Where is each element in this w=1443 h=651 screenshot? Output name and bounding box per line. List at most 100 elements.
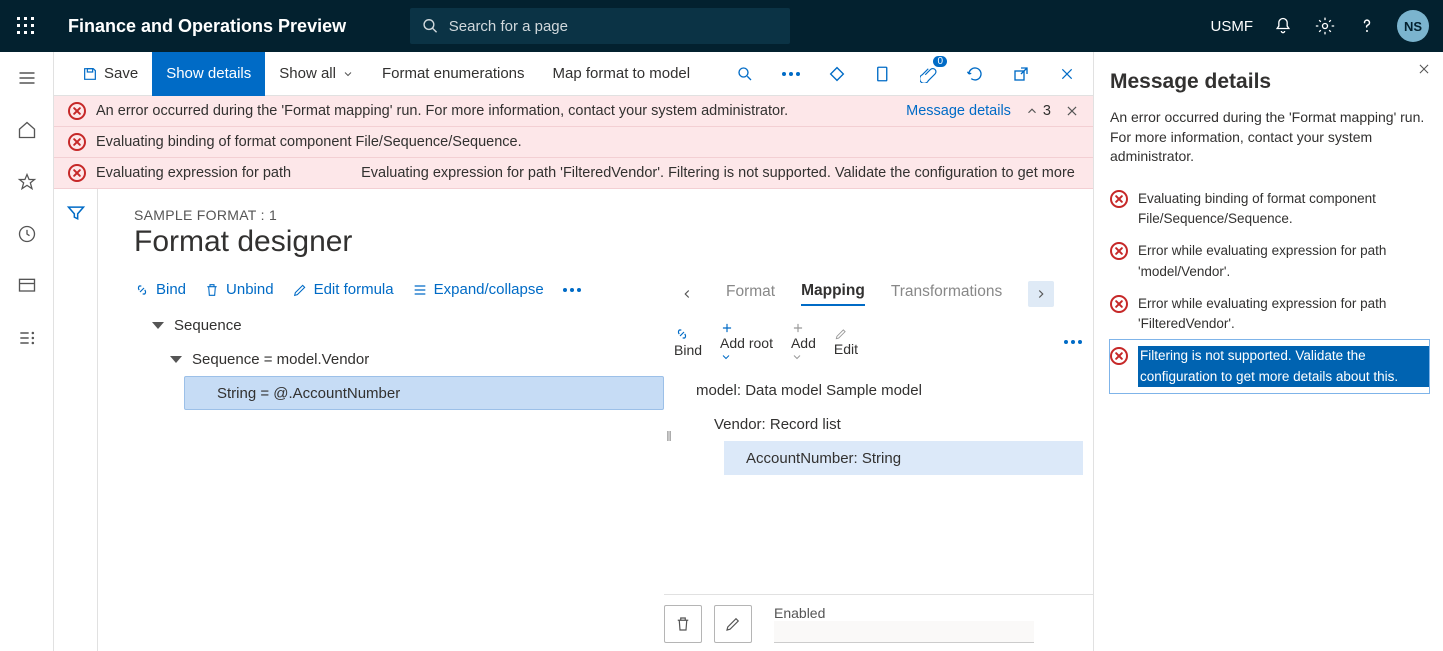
link-icon — [674, 326, 690, 342]
error-icon — [1110, 295, 1128, 313]
chevron-right-icon — [1034, 287, 1048, 301]
caret-icon — [170, 356, 182, 363]
close-page-button[interactable] — [1051, 58, 1083, 90]
tree-node-label: model: Data model Sample model — [696, 382, 922, 399]
panel-close-button[interactable] — [1417, 62, 1431, 76]
add-button[interactable]: Add — [791, 321, 816, 363]
map-format-button[interactable]: Map format to model — [539, 52, 705, 96]
message-close-button[interactable] — [1065, 104, 1079, 118]
user-avatar[interactable]: NS — [1397, 10, 1429, 42]
tree-node-focus[interactable]: AccountNumber: String — [746, 441, 901, 475]
tree-node-label: AccountNumber: String — [746, 450, 901, 467]
bind-button[interactable]: Bind — [134, 281, 186, 298]
nav-modules[interactable] — [15, 326, 39, 350]
bind-label: Bind — [156, 281, 186, 298]
waffle-launcher[interactable] — [0, 0, 52, 52]
attachment-count-badge: 0 — [933, 56, 947, 67]
panel-error-item-selected[interactable]: Filtering is not supported. Validate the… — [1110, 340, 1429, 393]
attachments-button[interactable]: 0 — [913, 58, 945, 90]
ellipsis-icon — [562, 287, 582, 293]
right-bind-button[interactable]: Bind — [674, 326, 702, 358]
search-icon — [736, 65, 754, 83]
right-more-button[interactable] — [1063, 339, 1083, 345]
delete-button[interactable] — [664, 605, 702, 643]
save-button[interactable]: Save — [68, 52, 152, 96]
global-search[interactable] — [410, 8, 790, 44]
pane-splitter[interactable]: ‖ — [664, 277, 674, 594]
tree-node[interactable]: model: Data model Sample model — [688, 373, 1083, 407]
tab-format[interactable]: Format — [726, 283, 775, 305]
hamburger-icon — [17, 68, 37, 88]
chevron-left-icon — [680, 287, 694, 301]
refresh-button[interactable] — [959, 58, 991, 90]
filter-button[interactable] — [66, 203, 86, 651]
right-edit-button[interactable]: Edit — [834, 327, 858, 357]
help-icon — [1357, 16, 1377, 36]
chevron-down-icon — [720, 351, 732, 363]
tree-node-label: Sequence = model.Vendor — [192, 351, 369, 368]
nav-recent[interactable] — [15, 222, 39, 246]
search-input[interactable] — [449, 18, 778, 35]
tab-next-button[interactable] — [1028, 281, 1054, 307]
show-details-button[interactable]: Show details — [152, 52, 265, 96]
tab-mapping[interactable]: Mapping — [801, 282, 865, 306]
nav-workspaces[interactable] — [15, 274, 39, 298]
enabled-field[interactable] — [774, 621, 1034, 643]
options-diamond-button[interactable] — [821, 58, 853, 90]
more-button[interactable] — [775, 58, 807, 90]
format-enumerations-button[interactable]: Format enumerations — [368, 52, 539, 96]
add-root-button[interactable]: Add root — [720, 321, 773, 363]
popout-icon — [1012, 65, 1030, 83]
panel-error-item[interactable]: Error while evaluating expression for pa… — [1110, 288, 1429, 341]
popout-button[interactable] — [1005, 58, 1037, 90]
plus-icon — [791, 321, 805, 335]
settings-button[interactable] — [1313, 14, 1337, 38]
workspace-icon — [17, 276, 37, 296]
message-row: Evaluating binding of format component F… — [54, 127, 1093, 158]
add-label: Add — [791, 335, 816, 351]
help-button[interactable] — [1355, 14, 1379, 38]
pencil-icon — [724, 615, 742, 633]
panel-error-item[interactable]: Error while evaluating expression for pa… — [1110, 235, 1429, 288]
edit-button[interactable] — [714, 605, 752, 643]
panel-subtitle: An error occurred during the 'Format map… — [1110, 108, 1429, 167]
tree-node[interactable]: Sequence — [148, 308, 664, 342]
tree-node-selected[interactable]: String = @.AccountNumber — [184, 376, 664, 410]
expand-collapse-button[interactable]: Expand/collapse — [412, 281, 544, 298]
notifications-button[interactable] — [1271, 14, 1295, 38]
panel-error-item[interactable]: Evaluating binding of format component F… — [1110, 183, 1429, 236]
waffle-icon — [17, 17, 35, 35]
company-code[interactable]: USMF — [1211, 18, 1254, 35]
tab-prev-button[interactable] — [674, 281, 700, 307]
unbind-button[interactable]: Unbind — [204, 281, 274, 298]
message-details-link[interactable]: Message details — [906, 103, 1011, 119]
nav-favorites[interactable] — [15, 170, 39, 194]
find-button[interactable] — [729, 58, 761, 90]
edit-formula-button[interactable]: Edit formula — [292, 281, 394, 298]
tree-node[interactable]: Sequence = model.Vendor — [166, 342, 664, 376]
breadcrumb: SAMPLE FORMAT : 1 — [134, 207, 1093, 223]
message-row: Evaluating expression for path Evaluatin… — [54, 158, 1093, 188]
show-all-button[interactable]: Show all — [265, 52, 368, 96]
link-icon — [134, 282, 150, 298]
tree-node[interactable]: Vendor: Record list — [706, 407, 1083, 441]
page-options-button[interactable] — [867, 58, 899, 90]
ellipsis-icon — [1063, 339, 1083, 345]
nav-home[interactable] — [15, 118, 39, 142]
left-more-button[interactable] — [562, 287, 582, 293]
error-icon — [68, 102, 86, 120]
nav-rail — [0, 52, 54, 651]
list-icon — [412, 282, 428, 298]
message-text: Evaluating binding of format component F… — [96, 134, 1079, 150]
message-row: An error occurred during the 'Format map… — [54, 96, 1093, 127]
nav-hamburger[interactable] — [15, 66, 39, 90]
tree-node-selected-row[interactable]: AccountNumber: String — [724, 441, 1083, 475]
error-icon — [1110, 242, 1128, 260]
message-collapse-toggle[interactable]: 3 — [1025, 103, 1051, 119]
panel-item-text: Error while evaluating expression for pa… — [1138, 241, 1429, 282]
add-root-label: Add root — [720, 335, 773, 351]
format-tree-pane: Bind Unbind Edit formula Expand/collapse… — [134, 277, 664, 594]
tab-transformations[interactable]: Transformations — [891, 283, 1002, 305]
search-icon — [422, 17, 439, 35]
trash-icon — [674, 615, 692, 633]
